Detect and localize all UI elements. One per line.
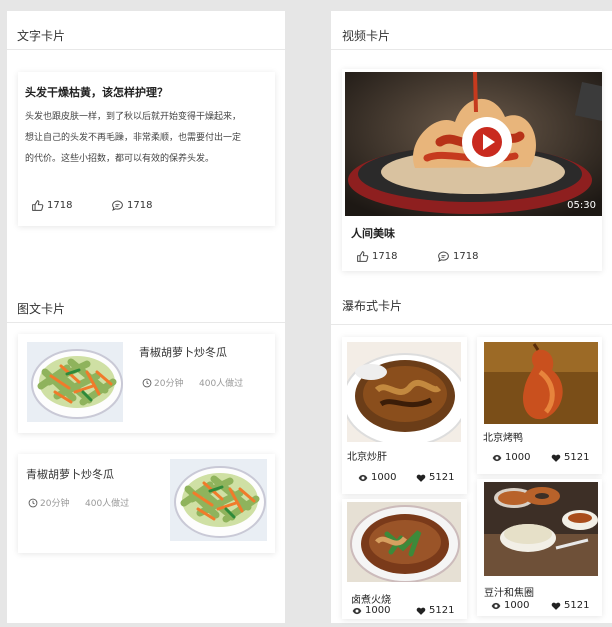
clock-icon bbox=[28, 498, 38, 508]
divider bbox=[7, 49, 285, 50]
left-panel: 文字卡片 头发干燥枯黄，该怎样护理？ 头发也跟皮肤一样，到了秋以后就开始变得干燥… bbox=[7, 11, 285, 623]
waterfall-item[interactable]: 卤煮火烧 1000 5121 bbox=[342, 499, 467, 619]
eye-icon bbox=[491, 601, 501, 611]
view-count-value: 1000 bbox=[505, 452, 531, 463]
text-card-heading: 头发干燥枯黄，该怎样护理？ bbox=[25, 86, 168, 99]
like-count[interactable]: 5121 bbox=[416, 472, 454, 483]
heart-icon bbox=[551, 453, 561, 463]
view-count-value: 1000 bbox=[504, 600, 530, 611]
like-count[interactable]: 5121 bbox=[551, 600, 589, 611]
text-card-section-title: 文字卡片 bbox=[17, 29, 66, 43]
comment-count: 1718 bbox=[127, 200, 153, 211]
text-card-body-line: 想让自己的头发不再毛躁，非常柔顺，也需要付出一定 bbox=[25, 133, 242, 143]
video-title: 人间美味 bbox=[351, 227, 395, 240]
video-card[interactable]: 05:30 人间美味 1718 1718 bbox=[342, 69, 602, 271]
text-card-like-button[interactable]: 1718 bbox=[31, 199, 72, 212]
comment-icon bbox=[111, 199, 124, 212]
heart-icon bbox=[551, 601, 561, 611]
view-count-value: 1000 bbox=[365, 605, 391, 616]
like-count: 1718 bbox=[47, 200, 73, 211]
like-count-value: 5121 bbox=[564, 600, 590, 611]
dish-image bbox=[484, 482, 598, 576]
thumbs-up-icon bbox=[31, 199, 44, 212]
dish-name: 豆汁和焦圈 bbox=[484, 588, 534, 599]
eye-icon bbox=[358, 473, 368, 483]
right-panel: 视频卡片 05:30 人间美味 1718 1718 瀑布式卡片 北京炒肝 100… bbox=[331, 11, 612, 623]
dish-name: 卤煮火烧 bbox=[351, 595, 391, 606]
video-like-button[interactable]: 1718 bbox=[356, 250, 397, 263]
eye-icon bbox=[352, 606, 362, 616]
cook-time: 20分钟 bbox=[28, 496, 69, 509]
thumbs-up-icon bbox=[356, 250, 369, 263]
dish-image bbox=[347, 342, 461, 442]
like-count[interactable]: 5121 bbox=[551, 452, 589, 463]
waterfall-item[interactable]: 北京炒肝 1000 5121 bbox=[342, 337, 467, 494]
divider bbox=[7, 322, 285, 323]
video-comment-button[interactable]: 1718 bbox=[437, 250, 478, 263]
play-button[interactable] bbox=[462, 117, 512, 167]
video-thumbnail[interactable]: 05:30 bbox=[345, 72, 602, 216]
heart-icon bbox=[416, 606, 426, 616]
like-count-value: 5121 bbox=[429, 472, 455, 483]
video-card-section-title: 视频卡片 bbox=[342, 29, 391, 43]
view-count-value: 1000 bbox=[371, 472, 397, 483]
dish-name: 北京炒肝 bbox=[347, 452, 387, 463]
comment-icon bbox=[437, 250, 450, 263]
cook-time-value: 20分钟 bbox=[154, 379, 184, 389]
play-icon bbox=[472, 127, 502, 157]
dish-image bbox=[170, 459, 267, 541]
dish-image bbox=[27, 342, 123, 422]
view-count: 1000 bbox=[491, 600, 529, 611]
clock-icon bbox=[142, 378, 152, 388]
video-duration: 05:30 bbox=[567, 200, 596, 211]
waterfall-item[interactable]: 北京烤鸭 1000 5121 bbox=[477, 337, 602, 474]
image-text-card[interactable]: 青椒胡萝卜炒冬瓜 20分钟 400人做过 bbox=[18, 334, 275, 433]
text-card[interactable]: 头发干燥枯黄，该怎样护理？ 头发也跟皮肤一样，到了秋以后就开始变得干燥起来， 想… bbox=[18, 72, 275, 226]
divider bbox=[331, 324, 612, 325]
waterfall-item[interactable]: 豆汁和焦圈 1000 5121 bbox=[477, 479, 602, 616]
dish-image bbox=[484, 342, 598, 424]
dish-title: 青椒胡萝卜炒冬瓜 bbox=[139, 346, 227, 359]
eye-icon bbox=[492, 453, 502, 463]
heart-icon bbox=[416, 473, 426, 483]
view-count: 1000 bbox=[352, 605, 390, 616]
dish-title: 青椒胡萝卜炒冬瓜 bbox=[26, 468, 114, 481]
divider bbox=[331, 49, 612, 50]
cook-time-value: 20分钟 bbox=[40, 499, 70, 509]
image-text-section-title: 图文卡片 bbox=[17, 302, 66, 316]
text-card-body-line: 头发也跟皮肤一样，到了秋以后就开始变得干燥起来， bbox=[25, 112, 242, 122]
text-card-comment-button[interactable]: 1718 bbox=[111, 199, 152, 212]
waterfall-section-title: 瀑布式卡片 bbox=[342, 299, 403, 313]
dish-image bbox=[347, 502, 461, 582]
view-count: 1000 bbox=[358, 472, 396, 483]
made-count: 400人做过 bbox=[199, 379, 244, 389]
like-count-value: 5121 bbox=[429, 605, 455, 616]
view-count: 1000 bbox=[492, 452, 530, 463]
like-count-value: 5121 bbox=[564, 452, 590, 463]
made-count: 400人做过 bbox=[85, 499, 130, 509]
image-text-card[interactable]: 青椒胡萝卜炒冬瓜 20分钟 400人做过 bbox=[18, 454, 275, 553]
comment-count: 1718 bbox=[453, 251, 479, 262]
cook-time: 20分钟 bbox=[142, 376, 183, 389]
dish-name: 北京烤鸭 bbox=[483, 433, 523, 444]
like-count: 1718 bbox=[372, 251, 398, 262]
text-card-body-line: 的代价。这些小招数，都可以有效的保养头发。 bbox=[25, 154, 215, 164]
like-count[interactable]: 5121 bbox=[416, 605, 454, 616]
text-card-body: 头发也跟皮肤一样，到了秋以后就开始变得干燥起来， 想让自己的头发不再毛躁，非常柔… bbox=[25, 107, 241, 170]
